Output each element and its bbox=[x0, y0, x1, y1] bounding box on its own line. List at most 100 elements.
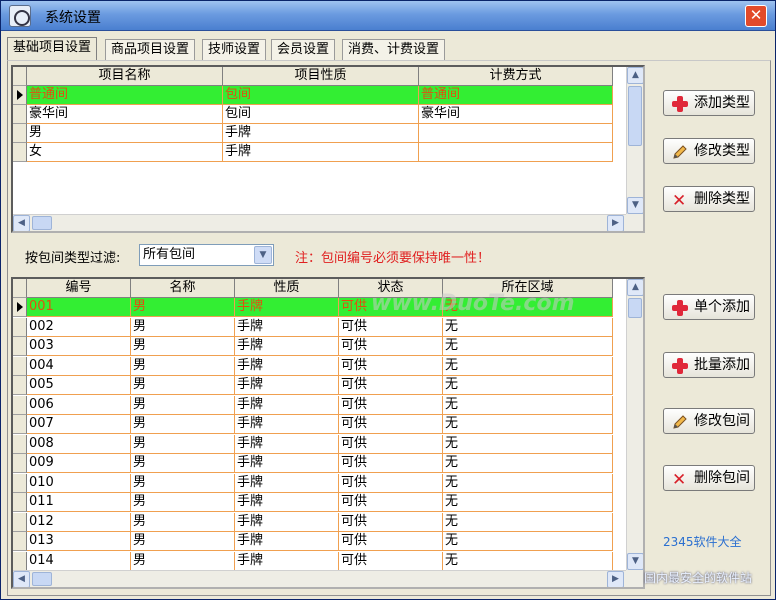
single-add-button[interactable]: 单个添加 bbox=[663, 294, 755, 320]
table-cell[interactable]: 男 bbox=[27, 124, 223, 143]
table-cell[interactable]: 女 bbox=[27, 143, 223, 162]
scroll-thumb[interactable] bbox=[628, 298, 642, 318]
table-cell[interactable]: 可供 bbox=[339, 395, 443, 415]
table-cell[interactable]: 男 bbox=[131, 356, 235, 376]
table-cell[interactable]: 无 bbox=[443, 356, 613, 376]
table-cell[interactable]: 无 bbox=[443, 337, 613, 356]
table-cell[interactable] bbox=[419, 124, 613, 143]
column-header[interactable]: 项目性质 bbox=[223, 67, 419, 86]
table-cell[interactable]: 男 bbox=[131, 532, 235, 551]
table-cell[interactable]: 普通间 bbox=[419, 86, 613, 105]
table-cell[interactable]: 可供 bbox=[339, 434, 443, 454]
table-cell[interactable]: 无 bbox=[443, 551, 613, 571]
table-cell[interactable]: 可供 bbox=[339, 473, 443, 493]
table-cell[interactable]: 可供 bbox=[339, 512, 443, 532]
table-cell[interactable]: 无 bbox=[443, 493, 613, 512]
type-grid[interactable]: 项目名称 项目性质 计费方式 普通间 包间 普通间 豪华间 包间 豪华间 男 手… bbox=[11, 65, 645, 233]
column-header[interactable]: 性质 bbox=[235, 279, 339, 298]
table-cell[interactable]: 手牌 bbox=[235, 395, 339, 415]
table-cell[interactable]: 手牌 bbox=[235, 512, 339, 532]
table-cell[interactable]: 可供 bbox=[339, 415, 443, 434]
table-cell[interactable]: 手牌 bbox=[235, 532, 339, 551]
table-cell[interactable]: 手牌 bbox=[235, 337, 339, 356]
tab-basic-items[interactable]: 基础项目设置 bbox=[7, 37, 98, 61]
tab-consumption-billing[interactable]: 消费、计费设置 bbox=[342, 39, 446, 60]
table-cell[interactable]: 可供 bbox=[339, 551, 443, 571]
table-cell[interactable]: 001 bbox=[27, 298, 131, 317]
table-cell[interactable]: 003 bbox=[27, 337, 131, 356]
scroll-thumb[interactable] bbox=[32, 216, 52, 230]
table-cell[interactable]: 无 bbox=[443, 512, 613, 532]
table-cell[interactable]: 男 bbox=[131, 376, 235, 395]
room-type-filter-select[interactable]: 所有包间 ▼ bbox=[139, 244, 274, 266]
scroll-up-icon[interactable]: ▲ bbox=[627, 279, 643, 296]
edit-room-button[interactable]: 修改包间 bbox=[663, 408, 755, 434]
table-cell[interactable]: 007 bbox=[27, 415, 131, 434]
scroll-left-icon[interactable]: ◀ bbox=[13, 215, 30, 231]
delete-room-button[interactable]: 删除包间 bbox=[663, 465, 755, 492]
table-cell[interactable]: 无 bbox=[443, 376, 613, 395]
table-cell[interactable]: 男 bbox=[131, 415, 235, 434]
table-cell[interactable]: 无 bbox=[443, 434, 613, 454]
type-grid-vscrollbar[interactable]: ▲ ▼ bbox=[626, 67, 643, 214]
table-cell[interactable]: 010 bbox=[27, 473, 131, 493]
title-bar[interactable]: 系统设置 ✕ bbox=[1, 1, 775, 31]
tab-member[interactable]: 会员设置 bbox=[271, 39, 336, 60]
table-cell[interactable]: 可供 bbox=[339, 317, 443, 337]
table-cell[interactable]: 无 bbox=[443, 532, 613, 551]
table-cell[interactable]: 009 bbox=[27, 454, 131, 473]
table-cell[interactable]: 可供 bbox=[339, 356, 443, 376]
tab-goods-items[interactable]: 商品项目设置 bbox=[105, 39, 196, 60]
table-cell[interactable]: 手牌 bbox=[235, 298, 339, 317]
table-cell[interactable]: 无 bbox=[443, 415, 613, 434]
edit-type-button[interactable]: 修改类型 bbox=[663, 138, 755, 164]
table-cell[interactable]: 普通间 bbox=[27, 86, 223, 105]
table-cell[interactable]: 005 bbox=[27, 376, 131, 395]
table-cell[interactable]: 手牌 bbox=[223, 124, 419, 143]
close-button[interactable]: ✕ bbox=[745, 5, 767, 27]
table-cell[interactable]: 手牌 bbox=[235, 551, 339, 571]
table-cell[interactable]: 手牌 bbox=[235, 493, 339, 512]
table-cell[interactable]: 手牌 bbox=[235, 454, 339, 473]
scroll-down-icon[interactable]: ▼ bbox=[627, 197, 643, 214]
table-cell[interactable]: 男 bbox=[131, 395, 235, 415]
table-cell[interactable]: 男 bbox=[131, 493, 235, 512]
room-grid-hscrollbar[interactable]: ◀ ▶ bbox=[13, 570, 626, 587]
chevron-down-icon[interactable]: ▼ bbox=[254, 246, 272, 264]
table-cell[interactable]: 014 bbox=[27, 551, 131, 571]
table-cell[interactable]: 可供 bbox=[339, 493, 443, 512]
table-cell[interactable]: 男 bbox=[131, 454, 235, 473]
table-cell[interactable]: 008 bbox=[27, 434, 131, 454]
table-cell[interactable]: 006 bbox=[27, 395, 131, 415]
batch-add-button[interactable]: 批量添加 bbox=[663, 352, 755, 378]
add-type-button[interactable]: 添加类型 bbox=[663, 90, 755, 116]
scroll-thumb[interactable] bbox=[628, 86, 642, 146]
tab-technician[interactable]: 技师设置 bbox=[202, 39, 267, 60]
table-cell[interactable]: 豪华间 bbox=[27, 105, 223, 124]
table-cell[interactable]: 手牌 bbox=[235, 434, 339, 454]
table-cell[interactable]: 男 bbox=[131, 317, 235, 337]
table-cell[interactable]: 手牌 bbox=[235, 356, 339, 376]
table-cell[interactable]: 002 bbox=[27, 317, 131, 337]
table-cell[interactable]: 手牌 bbox=[223, 143, 419, 162]
table-cell[interactable]: 012 bbox=[27, 512, 131, 532]
table-cell[interactable]: 无 bbox=[443, 317, 613, 337]
scroll-right-icon[interactable]: ▶ bbox=[607, 215, 624, 231]
column-header[interactable]: 名称 bbox=[131, 279, 235, 298]
column-header[interactable]: 计费方式 bbox=[419, 67, 613, 86]
table-cell[interactable]: 包间 bbox=[223, 105, 419, 124]
table-cell[interactable]: 男 bbox=[131, 337, 235, 356]
column-header[interactable]: 项目名称 bbox=[27, 67, 223, 86]
table-cell[interactable]: 男 bbox=[131, 512, 235, 532]
table-cell[interactable] bbox=[419, 143, 613, 162]
table-cell[interactable]: 男 bbox=[131, 551, 235, 571]
table-cell[interactable]: 可供 bbox=[339, 376, 443, 395]
table-cell[interactable]: 可供 bbox=[339, 454, 443, 473]
table-cell[interactable]: 013 bbox=[27, 532, 131, 551]
table-cell[interactable]: 011 bbox=[27, 493, 131, 512]
table-cell[interactable]: 无 bbox=[443, 454, 613, 473]
delete-type-button[interactable]: 删除类型 bbox=[663, 186, 755, 213]
scroll-right-icon[interactable]: ▶ bbox=[607, 571, 624, 587]
table-cell[interactable]: 包间 bbox=[223, 86, 419, 105]
table-cell[interactable]: 手牌 bbox=[235, 317, 339, 337]
